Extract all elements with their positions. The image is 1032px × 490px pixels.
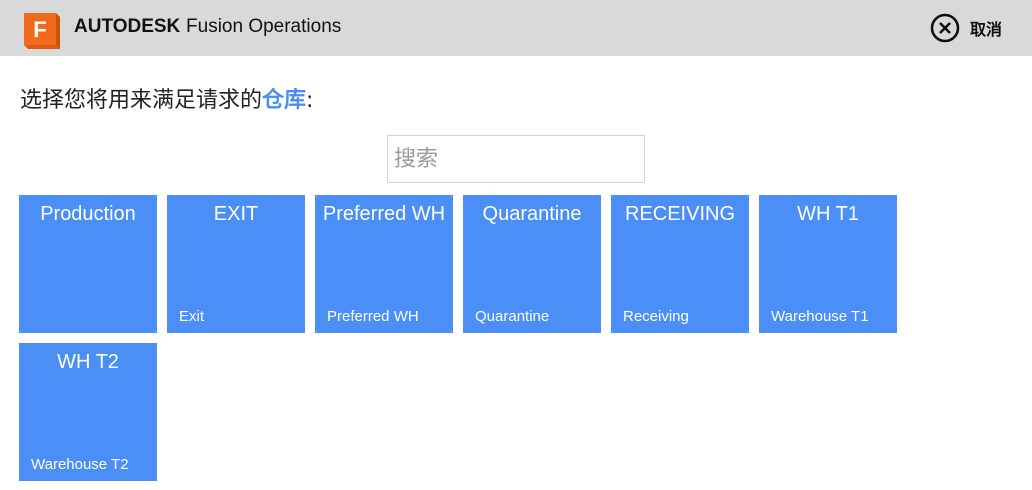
cancel-label: 取消: [970, 20, 1003, 39]
warehouse-tile[interactable]: RECEIVING Receiving: [611, 195, 749, 333]
warehouse-tile-subtitle: Warehouse T2: [31, 456, 129, 473]
warehouse-tile-title: WH T2: [57, 351, 119, 373]
warehouse-tile[interactable]: WH T1 Warehouse T1: [759, 195, 897, 333]
prompt-colon: :: [306, 88, 314, 113]
warehouse-tile[interactable]: Production: [19, 195, 157, 333]
warehouse-tile-title: EXIT: [213, 203, 259, 225]
warehouse-tile-title: Preferred WH: [322, 203, 446, 225]
warehouse-tile-subtitle: Receiving: [623, 308, 689, 325]
fusion-logo-icon: F: [24, 13, 60, 49]
search-input[interactable]: [387, 135, 645, 183]
prompt-highlight: 仓库: [262, 88, 307, 113]
warehouse-tile-title: Production: [40, 203, 136, 225]
brand-product: Fusion Operations: [186, 16, 342, 37]
warehouse-tile[interactable]: Preferred WH Preferred WH: [315, 195, 453, 333]
app-header: F AUTODESK Fusion Operations 取消: [0, 0, 1032, 56]
close-circle-icon: [930, 13, 960, 43]
cancel-button[interactable]: 取消: [930, 12, 1002, 44]
warehouse-tile-subtitle: Preferred WH: [327, 308, 419, 325]
warehouse-tile[interactable]: Quarantine Quarantine: [463, 195, 601, 333]
brand-autodesk: AUTODESK: [74, 16, 181, 37]
warehouse-tile[interactable]: EXIT Exit: [167, 195, 305, 333]
prompt-text: 选择您将用来满足请求的: [20, 88, 263, 113]
warehouse-tile[interactable]: WH T2 Warehouse T2: [19, 343, 157, 481]
warehouse-tile-subtitle: Quarantine: [475, 308, 550, 325]
svg-text:F: F: [33, 17, 46, 42]
warehouse-tile-title: WH T1: [797, 203, 859, 225]
warehouse-tile-title: RECEIVING: [624, 203, 736, 225]
warehouse-tile-subtitle: Warehouse T1: [771, 308, 869, 325]
app-title: AUTODESK Fusion Operations: [74, 16, 341, 38]
page-prompt: 选择您将用来满足请求的仓库:: [20, 82, 313, 114]
warehouse-tile-subtitle: Exit: [179, 308, 205, 325]
warehouse-tile-title: Quarantine: [482, 203, 582, 225]
